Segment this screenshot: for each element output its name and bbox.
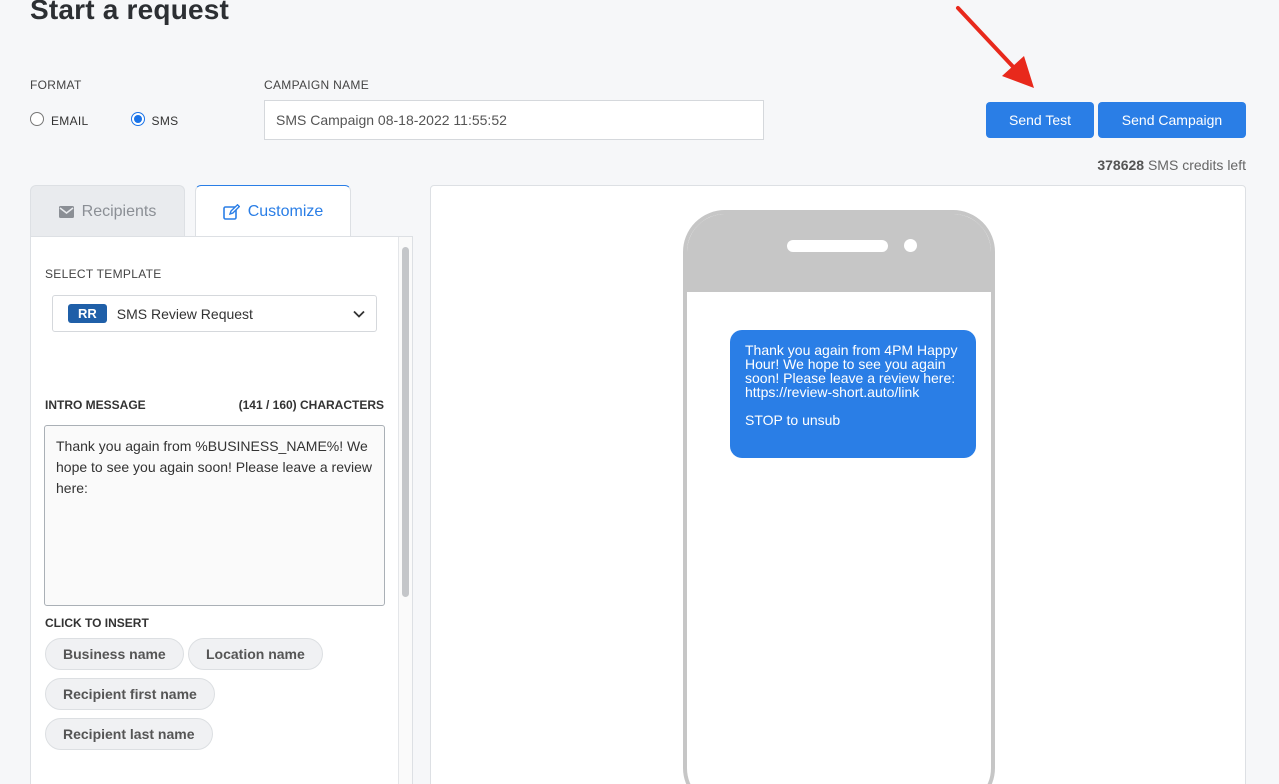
- customize-panel: SELECT TEMPLATE RR SMS Review Request IN…: [30, 236, 413, 784]
- envelope-icon: [58, 205, 74, 218]
- format-option-sms[interactable]: SMS: [130, 110, 179, 128]
- format-label: FORMAT: [30, 78, 82, 92]
- campaign-name-input[interactable]: [264, 100, 764, 140]
- message-bubble: Thank you again from 4PM Happy Hour! We …: [730, 330, 976, 458]
- click-to-insert-label: CLICK TO INSERT: [45, 616, 149, 630]
- insert-chip-recipient-last-name[interactable]: Recipient last name: [45, 718, 213, 750]
- insert-chip-location-name[interactable]: Location name: [188, 638, 323, 670]
- page-title: Start a request: [30, 0, 230, 25]
- template-name: SMS Review Request: [116, 305, 253, 322]
- phone-speaker: [787, 240, 888, 252]
- scrollbar-thumb[interactable]: [402, 247, 409, 597]
- tab-customize[interactable]: Customize: [195, 185, 351, 237]
- phone-mockup: Thank you again from 4PM Happy Hour! We …: [683, 210, 995, 784]
- phone-top-bezel: [687, 214, 991, 292]
- phone-camera: [904, 239, 917, 252]
- send-test-button[interactable]: Send Test: [986, 102, 1094, 138]
- send-campaign-button[interactable]: Send Campaign: [1098, 102, 1246, 138]
- campaign-name-label: CAMPAIGN NAME: [264, 78, 370, 92]
- annotation-arrow: [956, 6, 1034, 88]
- edit-icon: [222, 203, 240, 220]
- template-select[interactable]: RR SMS Review Request: [52, 295, 377, 332]
- character-count: (141 / 160) CHARACTERS: [238, 398, 384, 412]
- tab-customize-label: Customize: [247, 202, 324, 220]
- insert-chip-recipient-first-name[interactable]: Recipient first name: [45, 678, 215, 710]
- sms-credits-text: SMS credits left: [1147, 157, 1246, 173]
- sms-radio[interactable]: [130, 112, 145, 126]
- insert-chip-business-name[interactable]: Business name: [45, 638, 184, 670]
- template-badge: RR: [68, 304, 107, 323]
- tab-recipients[interactable]: Recipients: [30, 185, 185, 237]
- format-option-email[interactable]: EMAIL: [30, 110, 89, 128]
- email-radio-label: EMAIL: [51, 114, 89, 128]
- format-radio-group: EMAIL SMS: [30, 110, 220, 128]
- email-radio[interactable]: [30, 112, 44, 126]
- sms-credits-count: 378628: [1097, 157, 1145, 173]
- panel-scrollbar[interactable]: [398, 237, 412, 784]
- intro-message-label: INTRO MESSAGE: [45, 398, 146, 412]
- chevron-down-icon: [352, 307, 366, 326]
- select-template-label: SELECT TEMPLATE: [45, 267, 162, 281]
- intro-message-textarea[interactable]: Thank you again from %BUSINESS_NAME%! We…: [44, 425, 385, 606]
- message-stop-text: STOP to unsub: [745, 412, 841, 428]
- preview-panel: Thank you again from 4PM Happy Hour! We …: [430, 185, 1246, 784]
- sms-credits: 378628 SMS credits left: [1097, 157, 1246, 173]
- message-text: Thank you again from 4PM Happy Hour! We …: [745, 342, 958, 400]
- tab-recipients-label: Recipients: [81, 202, 157, 220]
- sms-radio-label: SMS: [151, 114, 179, 128]
